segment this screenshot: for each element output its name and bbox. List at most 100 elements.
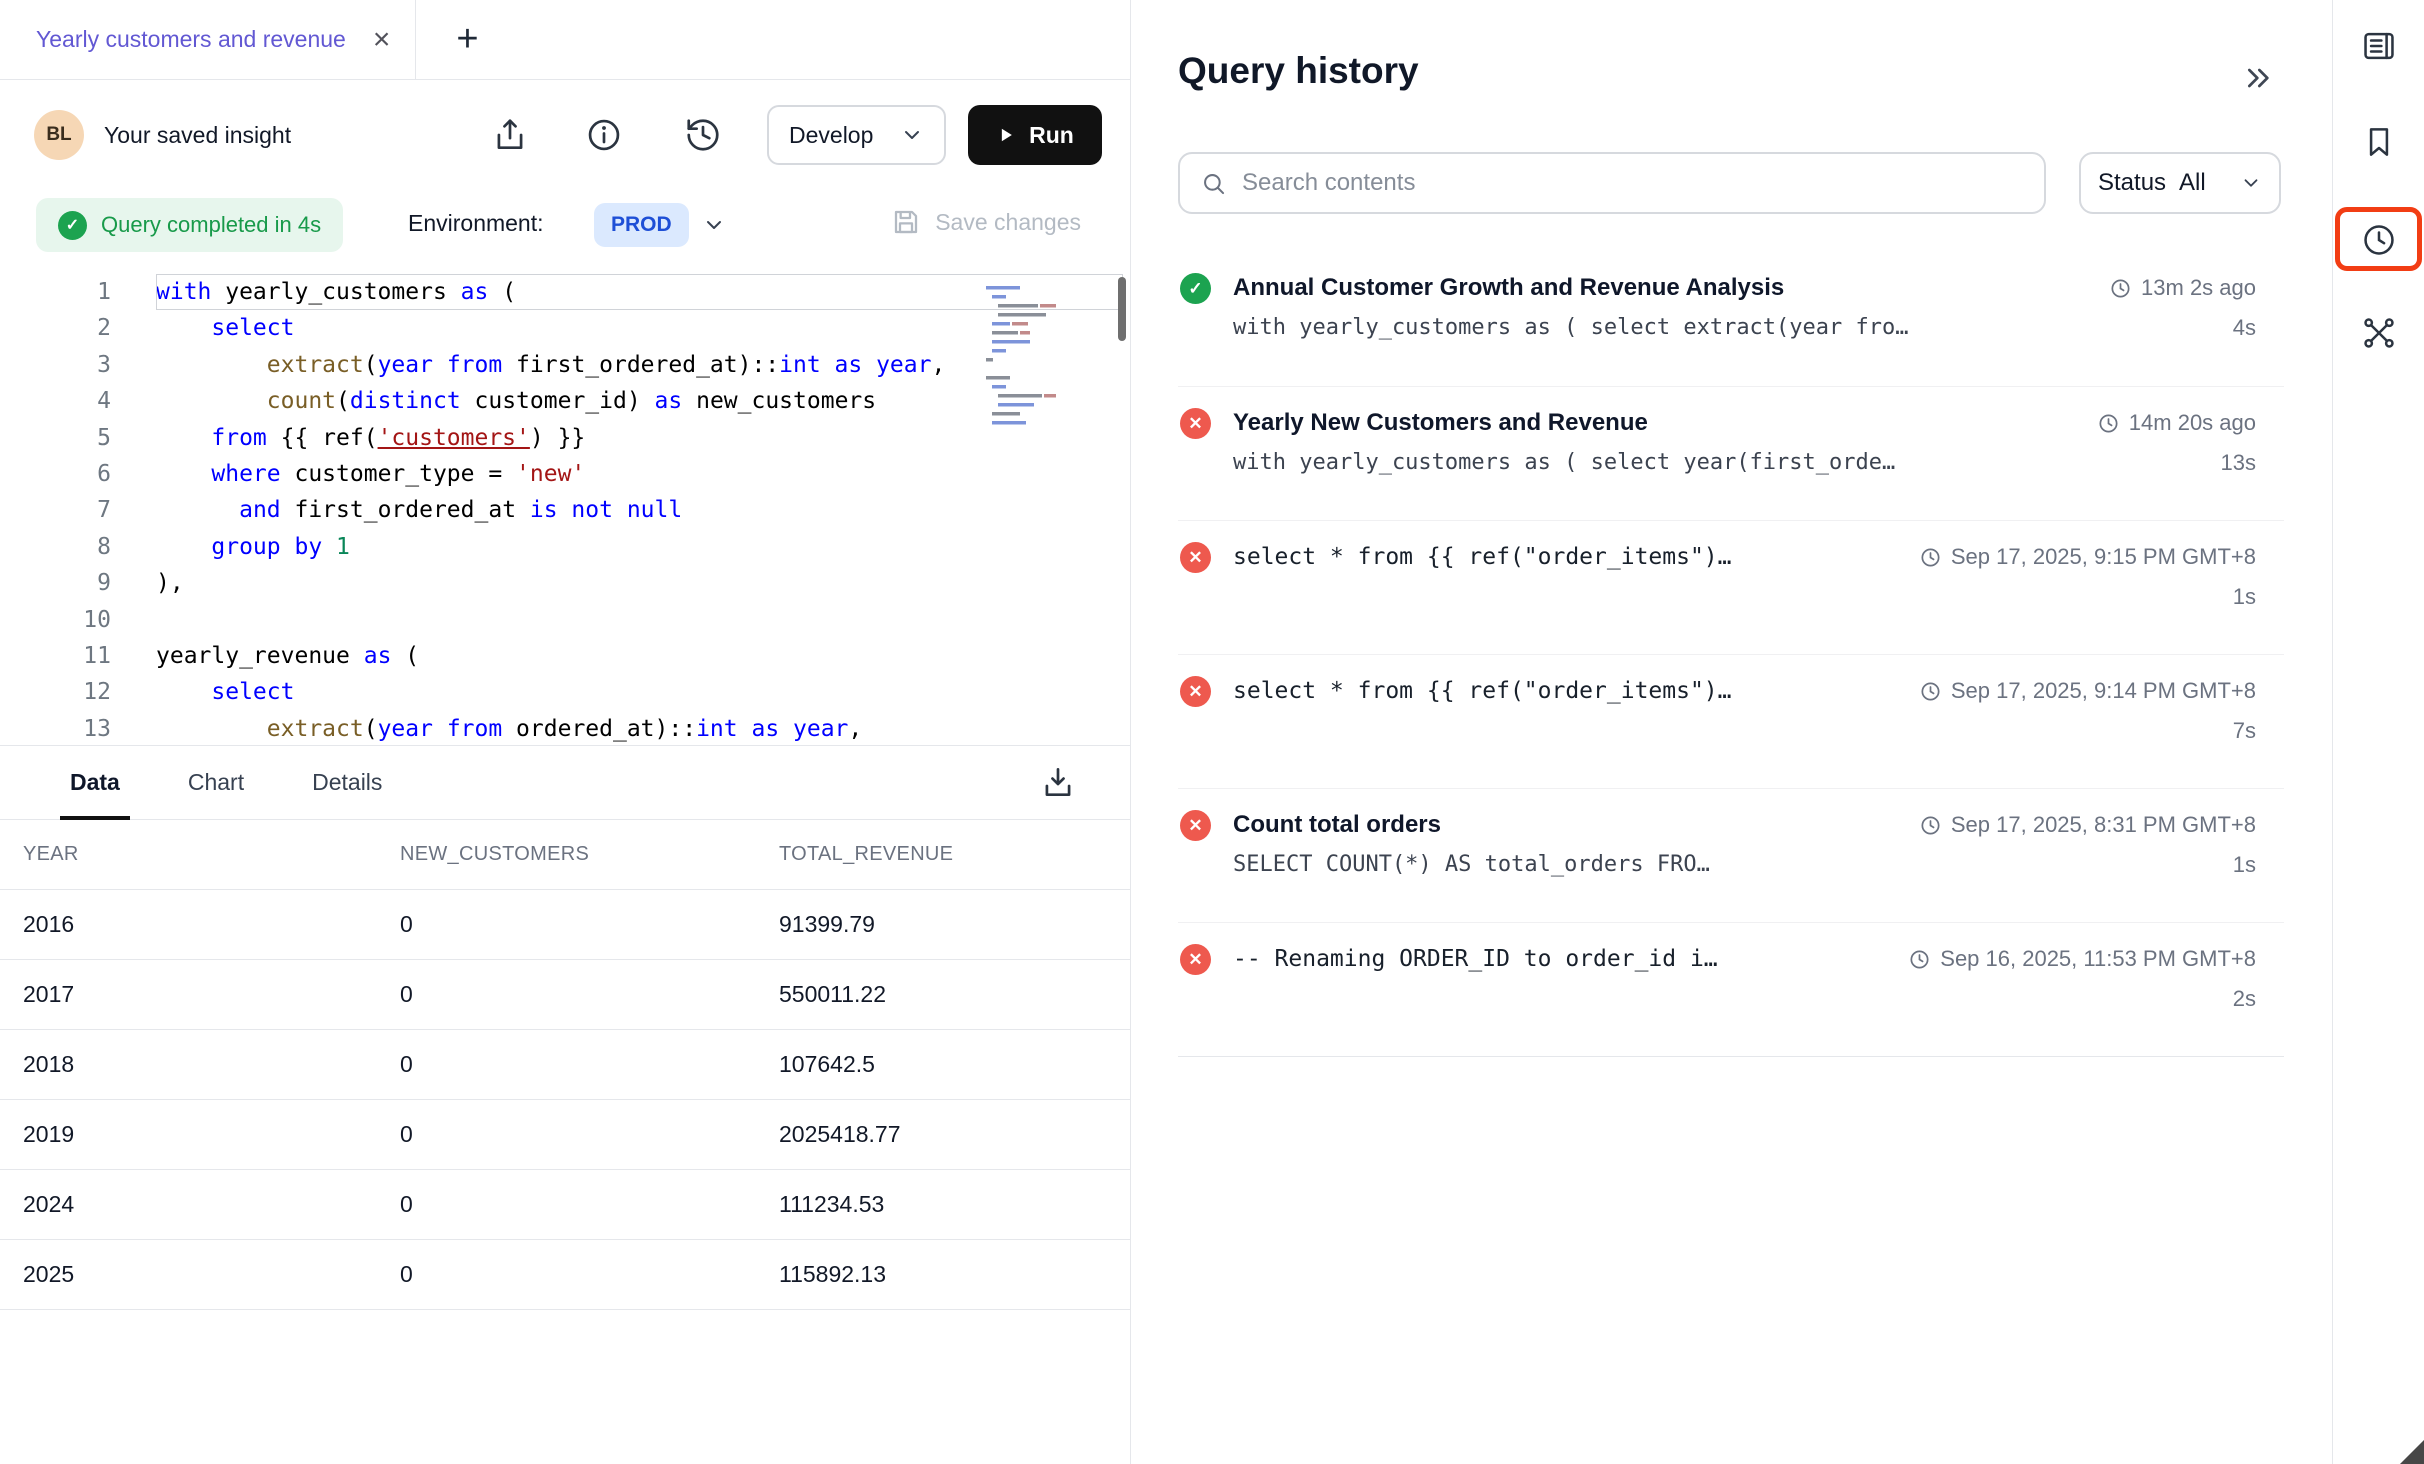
- search-box[interactable]: [1178, 152, 2046, 214]
- history-item[interactable]: ✕-- Renaming ORDER_ID to order_id i…Sep …: [1178, 922, 2284, 1056]
- table-cell: 2016: [0, 911, 377, 938]
- share-icon[interactable]: [491, 116, 529, 154]
- status-error-icon: ✕: [1180, 408, 1211, 439]
- history-item-duration: 1s: [1919, 584, 2256, 610]
- query-history-icon[interactable]: [2360, 221, 2398, 259]
- line-number: 9: [0, 565, 111, 601]
- table-row[interactable]: 20170550011.22: [0, 960, 1131, 1030]
- results-panel-icon[interactable]: [2360, 27, 2398, 65]
- info-icon[interactable]: [585, 116, 623, 154]
- history-item[interactable]: ✕Count total ordersSELECT COUNT(*) AS to…: [1178, 788, 2284, 922]
- code-line[interactable]: with yearly_customers as (: [156, 274, 1123, 310]
- column-header-year: YEAR: [0, 843, 377, 866]
- code-line[interactable]: select: [156, 310, 1123, 346]
- insight-header: BL Your saved insight Develop Run: [0, 80, 1130, 190]
- tab-data[interactable]: Data: [70, 746, 120, 819]
- history-item-title: Yearly New Customers and Revenue: [1233, 407, 1895, 439]
- history-item-preview: with yearly_customers as ( select year(f…: [1233, 450, 1895, 475]
- status-error-icon: ✕: [1180, 676, 1211, 707]
- version-history-icon[interactable]: [684, 116, 722, 154]
- save-changes-label: Save changes: [935, 209, 1081, 236]
- history-item-time: Sep 17, 2025, 9:15 PM GMT+8: [1919, 541, 2256, 573]
- history-item-duration: 2s: [1908, 986, 2256, 1012]
- history-item[interactable]: ✕ Yearly New Customers and Revenue with ye…: [1178, 386, 2284, 520]
- table-cell: 0: [377, 981, 756, 1008]
- code-line[interactable]: count(distinct customer_id) as new_custo…: [156, 383, 1123, 419]
- collapse-panel-icon[interactable]: [2242, 62, 2274, 94]
- line-number: 3: [0, 347, 111, 383]
- results-table-body: 2016091399.7920170550011.2220180107642.5…: [0, 890, 1131, 1310]
- history-item[interactable]: ✕ select * from {{ ref("order_items")… Sep…: [1178, 520, 2284, 654]
- table-row[interactable]: 20250115892.13: [0, 1240, 1131, 1310]
- history-item-title: select * from {{ ref("order_items")…: [1233, 541, 1732, 573]
- code-line[interactable]: ),: [156, 565, 1123, 601]
- clock-icon: [1919, 680, 1942, 703]
- query-status-pill: ✓ Query completed in 4s: [36, 198, 343, 252]
- sql-code-editor[interactable]: 12345678910111213 with yearly_customers …: [0, 272, 1131, 745]
- editor-code-lines[interactable]: with yearly_customers as ( select extrac…: [156, 274, 1123, 745]
- editor-minimap[interactable]: [982, 280, 1102, 448]
- save-changes-button[interactable]: Save changes: [890, 206, 1081, 238]
- run-button[interactable]: Run: [968, 105, 1102, 165]
- history-item-title: select * from {{ ref("order_items")…: [1233, 675, 1732, 707]
- editor-scrollbar[interactable]: [1118, 277, 1126, 341]
- divider: [1178, 1056, 2284, 1057]
- table-row[interactable]: 201902025418.77: [0, 1100, 1131, 1170]
- environment-label: Environment:: [408, 210, 544, 237]
- bookmark-icon[interactable]: [2360, 123, 2398, 161]
- environment-value-pill[interactable]: PROD: [594, 203, 689, 247]
- right-icon-rail: [2332, 0, 2424, 1464]
- history-item-time: Sep 16, 2025, 11:53 PM GMT+8: [1908, 943, 2256, 975]
- clock-icon: [1908, 948, 1931, 971]
- column-header-new_customers: NEW_CUSTOMERS: [377, 843, 756, 866]
- code-line[interactable]: from {{ ref('customers') }}: [156, 420, 1123, 456]
- code-line[interactable]: yearly_revenue as (: [156, 638, 1123, 674]
- status-error-icon: ✕: [1180, 944, 1211, 975]
- code-line[interactable]: extract(year from ordered_at)::int as ye…: [156, 711, 1123, 745]
- panel-title: Query history: [1178, 50, 1419, 92]
- code-line[interactable]: extract(year from first_ordered_at)::int…: [156, 347, 1123, 383]
- history-item-time: 13m 2s ago: [2109, 272, 2256, 304]
- close-tab-icon[interactable]: ×: [373, 25, 391, 55]
- code-line[interactable]: select: [156, 674, 1123, 710]
- table-row[interactable]: 20240111234.53: [0, 1170, 1131, 1240]
- run-label: Run: [1029, 122, 1074, 149]
- code-line[interactable]: [156, 602, 1123, 638]
- table-row[interactable]: 20180107642.5: [0, 1030, 1131, 1100]
- lineage-icon[interactable]: [2360, 314, 2398, 352]
- avatar[interactable]: BL: [34, 110, 84, 160]
- line-number: 2: [0, 310, 111, 346]
- status-filter-dropdown[interactable]: Status All: [2079, 152, 2281, 214]
- new-tab-button[interactable]: +: [456, 18, 478, 61]
- history-item[interactable]: ✓Annual Customer Growth and Revenue Anal…: [1178, 252, 2284, 386]
- table-cell: 2018: [0, 1051, 377, 1078]
- table-cell: 0: [377, 1121, 756, 1148]
- line-number: 8: [0, 529, 111, 565]
- table-cell: 0: [377, 911, 756, 938]
- develop-dropdown-button[interactable]: Develop: [767, 105, 946, 165]
- status-error-icon: ✕: [1180, 542, 1211, 573]
- history-item[interactable]: ✕select * from {{ ref("order_items")…Sep…: [1178, 654, 2284, 788]
- history-item-title: Annual Customer Growth and Revenue Analy…: [1233, 272, 1909, 304]
- table-row[interactable]: 2016091399.79: [0, 890, 1131, 960]
- history-item-preview: SELECT COUNT(*) AS total_orders FRO…: [1233, 852, 1710, 877]
- tab-chart[interactable]: Chart: [188, 746, 244, 819]
- search-input[interactable]: [1242, 169, 2024, 197]
- query-status-text: Query completed in 4s: [101, 212, 321, 238]
- chevron-down-icon[interactable]: [702, 213, 726, 237]
- download-icon[interactable]: [1039, 763, 1077, 801]
- history-toolbar: Status All: [1178, 152, 2281, 214]
- code-line[interactable]: group by 1: [156, 529, 1123, 565]
- history-item-preview: with yearly_customers as ( select extrac…: [1233, 315, 1909, 340]
- table-cell: 2025: [0, 1261, 377, 1288]
- tab-yearly-customers-and-revenue[interactable]: Yearly customers and revenue ×: [0, 0, 416, 79]
- history-item-duration: 4s: [2109, 315, 2256, 341]
- table-cell: 111234.53: [756, 1191, 1131, 1218]
- develop-label: Develop: [789, 122, 873, 149]
- line-number: 13: [0, 711, 111, 745]
- tab-details[interactable]: Details: [312, 746, 382, 819]
- status-error-icon: ✕: [1180, 810, 1211, 841]
- clock-icon: [1919, 814, 1942, 837]
- code-line[interactable]: and first_ordered_at is not null: [156, 492, 1123, 528]
- code-line[interactable]: where customer_type = 'new': [156, 456, 1123, 492]
